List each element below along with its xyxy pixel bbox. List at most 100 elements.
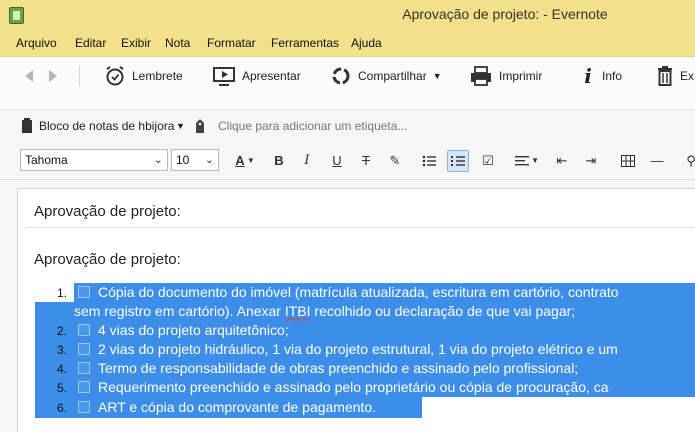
underline-icon: U — [332, 153, 341, 168]
info-button[interactable]: i Info — [580, 57, 622, 95]
note-title-field[interactable]: Aprovação de projeto: — [34, 203, 181, 220]
bullet-list-button[interactable] — [418, 150, 440, 172]
toolbar-spacer — [0, 94, 695, 110]
text-color-button[interactable]: A ▼ — [228, 150, 262, 172]
outdent-icon: ⇤ — [557, 153, 568, 168]
highlighter-icon: ✎ — [390, 153, 401, 168]
forward-arrow-icon — [46, 69, 60, 83]
chevron-down-icon: ▼ — [245, 156, 255, 165]
checkbox-icon: ☑ — [482, 153, 494, 168]
horizontal-rule-button[interactable]: — — [646, 150, 668, 172]
list-number: 6. — [51, 401, 67, 415]
title-bar: Aprovação de projeto: - Evernote — [0, 0, 695, 30]
printer-icon — [469, 65, 493, 87]
menu-nota[interactable]: Nota — [165, 36, 190, 50]
list-item-text: ART e cópia do comprovante de pagamento. — [98, 399, 376, 415]
delete-button[interactable]: Ex — [656, 57, 694, 95]
trash-icon — [656, 65, 674, 87]
underline-button[interactable]: U — [326, 150, 348, 172]
window-title: Aprovação de projeto: - Evernote — [0, 6, 695, 22]
present-button[interactable]: Apresentar — [212, 57, 301, 95]
share-button[interactable]: Compartilhar ▼ — [330, 57, 442, 95]
notebook-selector[interactable]: Bloco de notas de hbijora — [39, 119, 174, 133]
menu-formatar[interactable]: Formatar — [207, 36, 256, 50]
horizontal-rule-icon: — — [651, 153, 664, 168]
link-button[interactable]: ⚲ — [680, 150, 695, 172]
notebook-dropdown-icon[interactable]: ▼ — [176, 121, 185, 131]
outdent-button[interactable]: ⇤ — [551, 150, 573, 172]
strikethrough-icon: T — [362, 153, 370, 168]
continuation-text: sem registro em cartório). Anexar — [74, 303, 285, 319]
italic-icon: I — [304, 153, 309, 168]
menu-arquivo[interactable]: Arquivo — [16, 36, 57, 50]
numbered-list-button[interactable] — [447, 150, 469, 172]
forward-button[interactable] — [46, 57, 60, 95]
continuation-text: recolhido ou declaração de que vai pagar… — [311, 303, 576, 319]
list-number: 3. — [51, 343, 67, 357]
indent-icon: ⇥ — [586, 153, 597, 168]
tag-input[interactable]: Clique para adicionar um etiqueta... — [218, 119, 407, 133]
todo-checkbox[interactable] — [78, 324, 90, 336]
list-item-text: Requerimento preenchido e assinado pelo … — [98, 379, 609, 395]
back-button[interactable] — [22, 57, 36, 95]
font-family-value: Tahoma — [25, 153, 68, 167]
notebook-icon — [21, 118, 33, 137]
bold-icon: B — [274, 153, 283, 168]
align-left-icon — [515, 155, 529, 167]
alarm-clock-icon — [104, 65, 126, 87]
present-label: Apresentar — [242, 69, 301, 83]
chevron-down-icon: ⌄ — [154, 153, 163, 166]
list-item-text: Cópia do documento do imóvel (matrícula … — [98, 284, 619, 300]
todo-checkbox[interactable] — [78, 381, 90, 393]
chevron-down-icon: ⌄ — [205, 153, 214, 166]
misspelled-word: ITBI — [285, 303, 311, 319]
menu-editar[interactable]: Editar — [75, 36, 106, 50]
highlight-button[interactable]: ✎ — [384, 150, 406, 172]
reminder-button[interactable]: Lembrete — [104, 57, 183, 95]
share-icon — [330, 65, 352, 87]
list-item-text: Termo de responsabilidade de obras preen… — [98, 360, 578, 376]
toolbar-divider — [79, 66, 80, 86]
note-editor[interactable]: Aprovação de projeto: Aprovação de proje… — [17, 188, 695, 432]
bold-button[interactable]: B — [268, 150, 290, 172]
numbered-list-icon — [451, 155, 465, 167]
italic-button[interactable]: I — [296, 150, 318, 172]
checkbox-button[interactable]: ☑ — [477, 150, 499, 172]
todo-checkbox[interactable] — [78, 343, 90, 355]
list-number: 1. — [51, 286, 67, 300]
presentation-icon — [212, 65, 236, 87]
strikethrough-button[interactable]: T — [355, 150, 377, 172]
info-icon: i — [580, 64, 596, 88]
back-arrow-icon — [22, 69, 36, 83]
chevron-down-icon: ▼ — [529, 156, 539, 165]
note-info-bar: Bloco de notas de hbijora ▼ Clique para … — [0, 110, 695, 142]
list-number: 2. — [51, 324, 67, 338]
list-item-text: 4 vias do projeto arquitetônico; — [98, 322, 289, 338]
todo-checkbox[interactable] — [78, 362, 90, 374]
tag-icon — [194, 118, 206, 137]
menu-exibir[interactable]: Exibir — [121, 36, 151, 50]
print-button[interactable]: Imprimir — [469, 57, 542, 95]
font-family-select[interactable]: Tahoma ⌄ — [20, 149, 168, 171]
font-size-value: 10 — [176, 153, 189, 167]
note-heading: Aprovação de projeto: — [34, 251, 181, 268]
indent-button[interactable]: ⇥ — [580, 150, 602, 172]
align-button[interactable]: ▼ — [510, 150, 544, 172]
print-label: Imprimir — [499, 69, 542, 83]
menu-ferramentas[interactable]: Ferramentas — [271, 36, 339, 50]
reminder-label: Lembrete — [132, 69, 183, 83]
table-button[interactable] — [617, 150, 639, 172]
title-divider — [26, 227, 695, 228]
link-icon: ⚲ — [686, 153, 695, 168]
main-toolbar: Lembrete Apresentar Compartilhar ▼ Impri… — [0, 56, 695, 94]
todo-checkbox[interactable] — [78, 401, 90, 413]
list-number: 5. — [51, 381, 67, 395]
todo-checkbox[interactable] — [78, 286, 90, 298]
menu-bar: Arquivo Editar Exibir Nota Formatar Ferr… — [0, 30, 695, 56]
share-label: Compartilhar — [358, 69, 427, 83]
menu-ajuda[interactable]: Ajuda — [351, 36, 382, 50]
font-size-select[interactable]: 10 ⌄ — [171, 149, 219, 171]
format-toolbar: Tahoma ⌄ 10 ⌄ A ▼ B I U T ✎ ☑ ▼ ⇤ ⇥ — ⚲ — [0, 142, 695, 180]
table-icon — [621, 155, 635, 167]
list-item-text: 2 vias do projeto hidráulico, 1 via do p… — [98, 341, 618, 357]
